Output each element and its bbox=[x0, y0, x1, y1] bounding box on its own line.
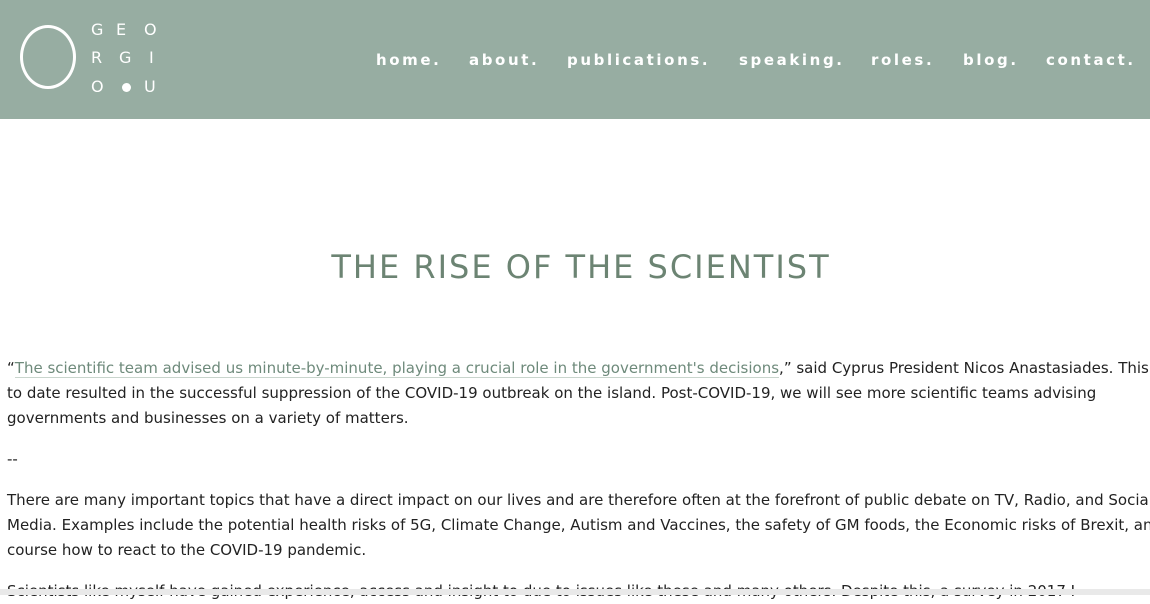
paragraph-line: “The scientific team advised us minute-b… bbox=[7, 356, 1150, 381]
nav-home[interactable]: home. bbox=[376, 50, 442, 70]
paragraph-line: course how to react to the COVID-19 pand… bbox=[7, 541, 367, 559]
logo-letter: G bbox=[91, 20, 105, 39]
paragraph-topics: There are many important topics that hav… bbox=[7, 488, 1150, 563]
logo-letter: O bbox=[144, 20, 158, 39]
paragraph-line: to date resulted in the successful suppr… bbox=[7, 384, 1097, 402]
logo-letter: R bbox=[91, 48, 104, 67]
logo-letter: G bbox=[119, 48, 133, 67]
paragraph-line: Media. Examples include the potential he… bbox=[7, 516, 1150, 534]
quote-link[interactable]: The scientific team advised us minute-by… bbox=[14, 359, 780, 378]
logo-letter: O bbox=[91, 77, 105, 96]
separator: -- bbox=[7, 450, 18, 468]
article-body: “The scientific team advised us minute-b… bbox=[7, 356, 1150, 604]
nav-contact[interactable]: contact. bbox=[1046, 50, 1136, 70]
horizontal-scrollbar[interactable] bbox=[0, 589, 1150, 595]
logo-letter: E bbox=[116, 20, 128, 39]
nav-roles[interactable]: roles. bbox=[871, 50, 934, 70]
logo-letter: I bbox=[149, 48, 155, 67]
nav-blog[interactable]: blog. bbox=[963, 50, 1019, 70]
paragraph-line: There are many important topics that hav… bbox=[7, 491, 1150, 509]
site-header: G E O R G I O U home. about. publication… bbox=[0, 0, 1150, 119]
article-title: THE RISE OF THE SCIENTIST bbox=[331, 248, 831, 286]
site-logo[interactable]: G E O R G I O U bbox=[18, 16, 168, 102]
paragraph-intro: “The scientific team advised us minute-b… bbox=[7, 356, 1150, 431]
paragraph-line: governments and businesses on a variety … bbox=[7, 409, 409, 427]
nav-publications[interactable]: publications. bbox=[567, 50, 710, 70]
quote-attribution: ,” said Cyprus President Nicos Anastasia… bbox=[779, 359, 1150, 377]
logo-dot bbox=[122, 83, 131, 92]
nav-about[interactable]: about. bbox=[469, 50, 539, 70]
logo-letter: U bbox=[144, 77, 157, 96]
nav-speaking[interactable]: speaking. bbox=[739, 50, 845, 70]
open-quote: “ bbox=[7, 359, 15, 377]
logo-circle-letter-o bbox=[20, 25, 76, 89]
